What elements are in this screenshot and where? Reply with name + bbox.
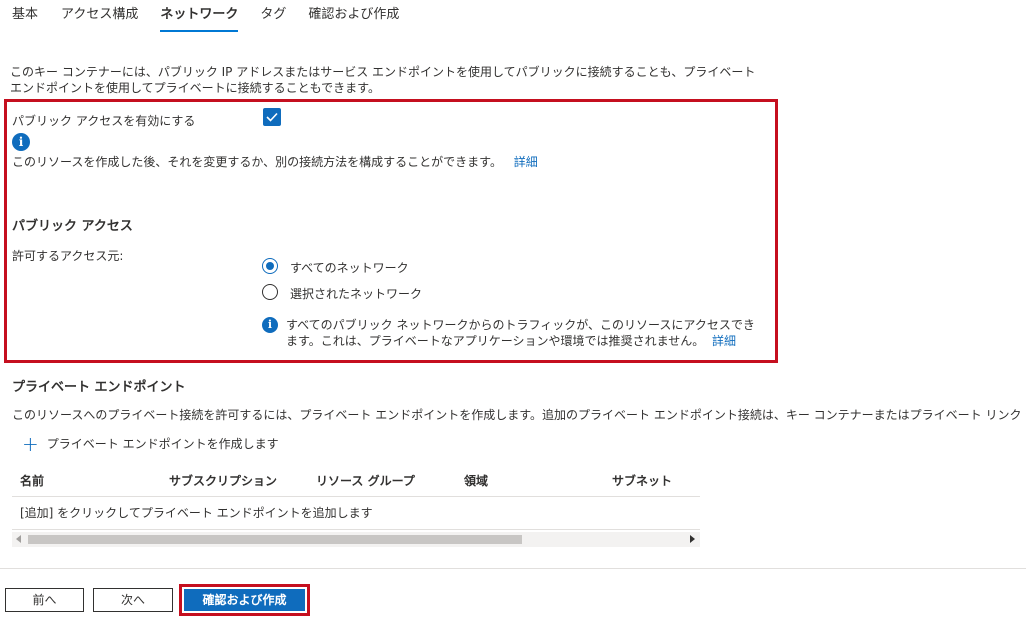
column-subscription[interactable]: サブスクリプション [169, 472, 277, 489]
enable-public-access-label: パブリック アクセスを有効にする [12, 114, 196, 128]
checkmark-icon [266, 112, 278, 122]
footer-divider [0, 568, 1026, 569]
previous-button[interactable]: 前へ [5, 588, 84, 612]
tab-review-create[interactable]: 確認および作成 [308, 6, 399, 32]
column-resource-group[interactable]: リソース グループ [316, 472, 415, 489]
public-access-info-message: このリソースを作成した後、それを変更するか、別の接続方法を構成することができます… [12, 155, 502, 169]
add-private-endpoint-label: プライベート エンドポイントを作成します [46, 437, 279, 451]
radio-selected-networks[interactable] [262, 284, 278, 300]
notice-learn-more-link[interactable]: 詳細 [712, 334, 736, 348]
radio-selected-networks-label[interactable]: 選択されたネットワーク [290, 285, 422, 302]
column-region[interactable]: 領域 [464, 472, 488, 489]
private-endpoint-table-header: 名前 サブスクリプション リソース グループ 領域 サブネット [12, 464, 700, 497]
scroll-left-icon[interactable] [16, 535, 21, 543]
radio-all-networks[interactable] [262, 258, 278, 274]
intro-text: このキー コンテナーには、パブリック IP アドレスまたはサービス エンドポイン… [10, 65, 756, 95]
info-icon: i [12, 133, 30, 151]
private-endpoint-section-title: プライベート エンドポイント [12, 380, 186, 395]
allowed-from-label: 許可するアクセス元: [12, 249, 124, 263]
public-access-section-title: パブリック アクセス [12, 219, 133, 234]
next-button[interactable]: 次へ [93, 588, 173, 612]
horizontal-scrollbar[interactable] [12, 532, 700, 547]
public-access-notice-text: すべてのパブリック ネットワークからのトラフィックが、このリソースにアクセスでき… [286, 318, 755, 348]
scrollbar-thumb[interactable] [28, 535, 522, 544]
tab-networking[interactable]: ネットワーク [160, 6, 239, 32]
wizard-tabs: 基本 アクセス構成 ネットワーク タグ 確認および作成 [12, 6, 421, 32]
enable-public-access-checkbox[interactable] [263, 108, 281, 126]
plus-icon: + [22, 431, 39, 456]
public-access-notice: すべてのパブリック ネットワークからのトラフィックが、このリソースにアクセスでき… [286, 317, 766, 349]
networking-page: 基本 アクセス構成 ネットワーク タグ 確認および作成 このキー コンテナーには… [0, 0, 1026, 622]
private-endpoint-description: このリソースへのプライベート接続を許可するには、プライベート エンドポイントを作… [12, 406, 1026, 423]
scroll-right-icon[interactable] [690, 535, 695, 543]
public-access-info-text: このリソースを作成した後、それを変更するか、別の接続方法を構成することができます… [12, 153, 538, 170]
column-name[interactable]: 名前 [20, 472, 44, 489]
public-access-learn-more-link[interactable]: 詳細 [514, 155, 538, 169]
tab-tags[interactable]: タグ [260, 6, 286, 32]
review-create-highlight: 確認および作成 [179, 584, 310, 616]
column-subnet[interactable]: サブネット [612, 472, 672, 489]
notice-info-icon: i [262, 317, 278, 333]
review-create-button[interactable]: 確認および作成 [184, 589, 305, 611]
private-endpoint-description-text: このリソースへのプライベート接続を許可するには、プライベート エンドポイントを作… [12, 408, 1026, 422]
radio-all-networks-label[interactable]: すべてのネットワーク [290, 259, 409, 276]
empty-table-message: [追加] をクリックしてプライベート エンドポイントを追加します [20, 506, 373, 520]
tab-basics[interactable]: 基本 [12, 6, 38, 32]
add-private-endpoint-button[interactable]: + プライベート エンドポイントを作成します [22, 431, 279, 456]
tab-access-configuration[interactable]: アクセス構成 [61, 6, 138, 32]
table-row: [追加] をクリックしてプライベート エンドポイントを追加します [12, 497, 700, 530]
